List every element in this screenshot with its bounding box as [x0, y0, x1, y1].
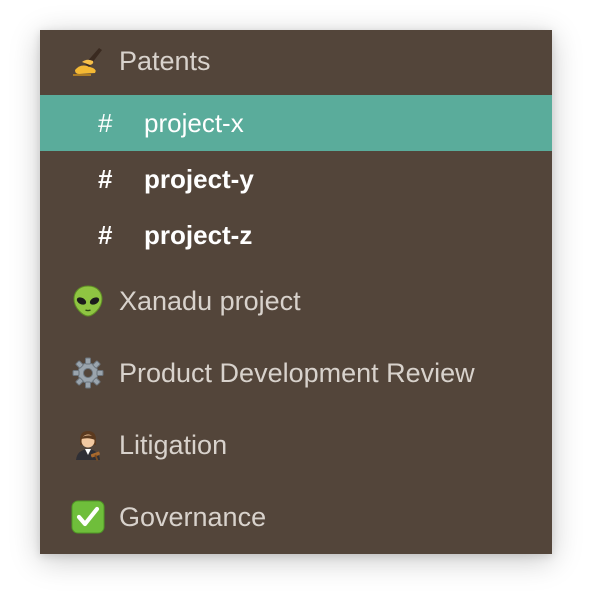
section-product-development-review[interactable]: Product Development Review — [40, 342, 552, 404]
gear-icon — [70, 355, 106, 391]
section-label: Litigation — [119, 429, 228, 460]
section-litigation[interactable]: Litigation — [40, 414, 552, 476]
channel-project-y[interactable]: # project-y — [40, 151, 552, 207]
channel-project-z[interactable]: # project-z — [40, 207, 552, 263]
section-governance[interactable]: Governance — [40, 486, 552, 548]
channel-hash: # — [98, 163, 113, 194]
section-label: Product Development Review — [119, 357, 475, 388]
channel-label: project-z — [144, 219, 253, 250]
section-patents[interactable]: Patents — [40, 30, 552, 92]
channel-project-x[interactable]: # project-x — [40, 95, 552, 151]
channel-sidebar: Patents # project-x # project-y # projec… — [40, 30, 552, 554]
channel-label: project-x — [144, 107, 244, 138]
writing-hand-icon — [70, 43, 106, 79]
section-label: Xanadu project — [119, 285, 301, 316]
judge-icon — [70, 427, 106, 463]
channel-hash: # — [98, 219, 113, 250]
check-mark-button-icon — [70, 499, 106, 535]
channel-hash: # — [98, 107, 113, 138]
section-label: Patents — [119, 45, 211, 76]
alien-icon — [70, 283, 106, 319]
section-xanadu-project[interactable]: Xanadu project — [40, 270, 552, 332]
channel-label: project-y — [144, 163, 254, 194]
section-label: Governance — [119, 501, 267, 532]
